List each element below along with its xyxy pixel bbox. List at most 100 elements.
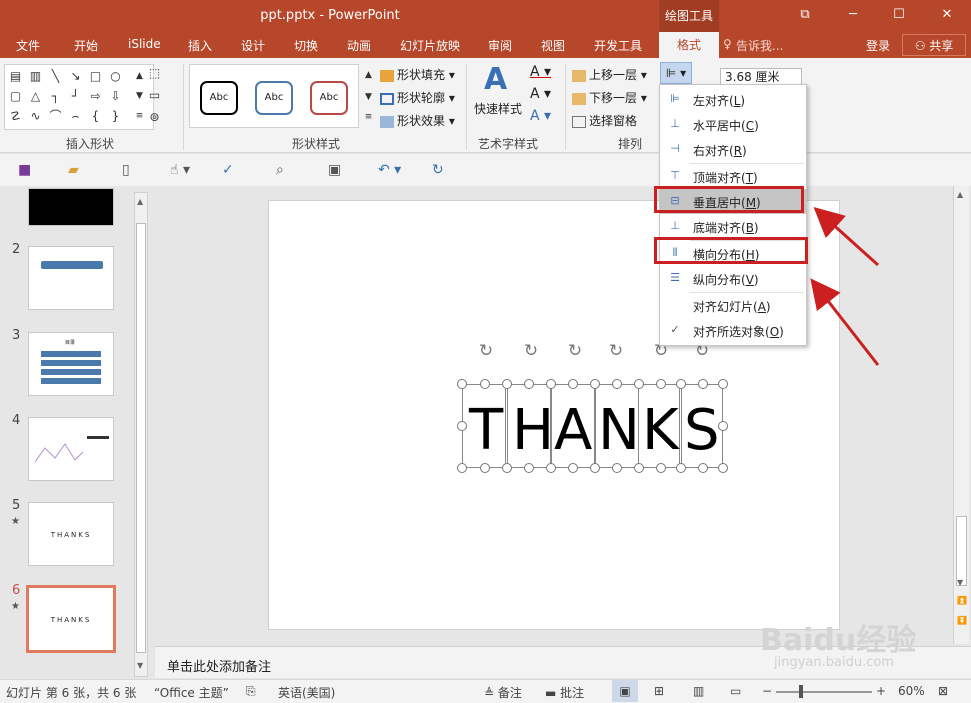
slide-thumbnail-5[interactable]: THANKS [28,502,114,566]
slideshow-icon[interactable]: ▣ [328,162,341,178]
slide-sorter-icon[interactable]: ⊞ [654,684,664,698]
resize-handle[interactable] [480,379,490,389]
fit-to-window-icon[interactable]: ⊠ [938,684,948,698]
tell-me-search[interactable]: 告诉我... [736,37,783,54]
resize-handle[interactable] [546,379,556,389]
send-backward-button[interactable]: 下移一层 ▾ [572,89,647,106]
tab-developer[interactable]: 开发工具 [594,37,642,54]
login-link[interactable]: 登录 [866,37,890,54]
rotate-handle-icon[interactable]: ↻ [606,341,626,361]
shape-fill-button[interactable]: 形状填充 ▾ [380,66,455,83]
slideshow-view-icon[interactable]: ▭ [730,684,741,698]
right-arrow-icon[interactable]: ⇨ [87,89,104,103]
shape-style-black[interactable]: Abc [200,81,238,115]
scroll-up-icon[interactable]: ▲ [137,197,143,206]
tab-review[interactable]: 审阅 [488,37,512,54]
resize-handle[interactable] [568,379,578,389]
arc-icon[interactable]: ⌒ [47,109,64,123]
zoom-level[interactable]: 60% [898,684,925,698]
save-icon[interactable]: ■ [18,162,31,178]
resize-handle[interactable] [718,379,728,389]
slide-thumbnail-1[interactable] [28,188,114,226]
edit-shape-icon[interactable]: ⬚ [146,66,163,80]
slide-thumbnail-2[interactable] [28,246,114,310]
redo-icon[interactable]: ↻ [432,162,444,178]
oval-icon[interactable]: ○ [107,69,124,83]
scroll-thumb[interactable] [136,223,146,653]
resize-handle[interactable] [457,463,467,473]
shape-effects-button[interactable]: 形状效果 ▾ [380,112,455,129]
resize-handle[interactable] [568,463,578,473]
resize-handle[interactable] [718,463,728,473]
elbow-arrow-icon[interactable]: ┘ [67,89,84,103]
merge-shapes-icon[interactable]: ⊚ [146,110,163,124]
menu-align-bottom[interactable]: ⊥ 底端对齐(B) [660,214,806,239]
menu-align-selected-objects[interactable]: ✓ 对齐所选对象(O) [660,318,806,343]
resize-handle[interactable] [502,463,512,473]
tab-design[interactable]: 设计 [241,37,265,54]
maximize-button[interactable]: ☐ [876,0,922,32]
text-fill-icon[interactable]: A ▾ [530,64,551,80]
resize-handle[interactable] [590,463,600,473]
resize-handle[interactable] [676,463,686,473]
minimize-button[interactable]: ─ [830,0,876,32]
print-preview-icon[interactable]: ⌕ [276,162,284,178]
left-brace-icon[interactable]: { [87,109,104,123]
notes-toggle[interactable]: ≜ 备注 [484,684,522,701]
new-file-icon[interactable]: ▯ [122,162,130,178]
resize-handle[interactable] [698,463,708,473]
touch-mode-icon[interactable]: ☝ ▾ [170,162,190,178]
thumbnail-scrollbar[interactable]: ▲ ▼ [134,192,148,677]
tab-islide[interactable]: iSlide [128,37,161,51]
styles-more-icon[interactable]: ≡ [360,110,377,124]
line-icon[interactable]: ╲ [47,69,64,83]
resize-handle[interactable] [612,463,622,473]
menu-distribute-vertically[interactable]: ☰ 纵向分布(V) [660,266,806,291]
rotate-handle-icon[interactable]: ↻ [521,341,541,361]
resize-handle[interactable] [698,379,708,389]
down-arrow-icon[interactable]: ⇩ [107,89,124,103]
tab-insert[interactable]: 插入 [188,37,212,54]
resize-handle[interactable] [524,463,534,473]
rotate-handle-icon[interactable]: ↻ [476,341,496,361]
proofing-icon[interactable]: ⎘ [246,684,256,699]
menu-align-right[interactable]: ⊣ 右对齐(R) [660,137,806,162]
slide-thumbnail-6-selected[interactable]: THANKS [26,585,116,653]
selection-pane-button[interactable]: 选择窗格 [572,112,637,129]
resize-handle[interactable] [502,379,512,389]
scroll-thumb[interactable] [956,516,967,586]
tab-transitions[interactable]: 切换 [294,37,318,54]
slide-thumbnail-3[interactable]: 目录 [28,332,114,396]
arrow-line-icon[interactable]: ↘ [67,69,84,83]
quick-styles-button[interactable]: A 快速样式 [474,62,522,118]
tab-view[interactable]: 视图 [541,37,565,54]
comments-toggle[interactable]: ▬ 批注 [545,684,584,701]
shape-gallery[interactable]: ▤ ▥ ╲ ↘ □ ○ ▢ △ ┐ ┘ ⇨ ⇩ ☡ ∿ ⌒ ⌢ { } ▲ ▼ … [4,64,154,130]
resize-handle[interactable] [676,379,686,389]
rectangle-icon[interactable]: □ [87,69,104,83]
text-outline-icon[interactable]: A ▾ [530,86,551,102]
menu-align-to-slide[interactable]: 对齐幻灯片(A) [660,293,806,318]
rotate-handle-icon[interactable]: ↻ [565,341,585,361]
resize-handle[interactable] [612,379,622,389]
zoom-slider[interactable] [776,691,872,693]
align-dropdown-button[interactable]: ⊫ ▾ [660,62,692,84]
tab-slideshow[interactable]: 幻灯片放映 [400,37,460,54]
undo-icon[interactable]: ↶ ▾ [378,162,401,178]
normal-view-icon[interactable]: ▣ [612,680,638,702]
share-button[interactable]: ⚇ 共享 [902,34,966,56]
scroll-down-icon[interactable]: ▼ [137,661,143,670]
textbox-icon[interactable]: ▤ [7,69,24,83]
tab-animations[interactable]: 动画 [347,37,371,54]
scroll-up-icon[interactable]: ▲ [957,190,963,199]
triangle-icon[interactable]: △ [27,89,44,103]
resize-handle[interactable] [656,379,666,389]
styles-down-icon[interactable]: ▼ [360,90,377,104]
resize-handle[interactable] [457,421,467,431]
tab-home[interactable]: 开始 [74,37,98,54]
text-effects-icon[interactable]: A ▾ [530,108,551,124]
menu-align-left[interactable]: ⊫ 左对齐(L) [660,87,806,112]
shape-style-gallery[interactable]: Abc Abc Abc [189,64,359,128]
resize-handle[interactable] [634,463,644,473]
scribble-icon[interactable]: ∿ [27,109,44,123]
